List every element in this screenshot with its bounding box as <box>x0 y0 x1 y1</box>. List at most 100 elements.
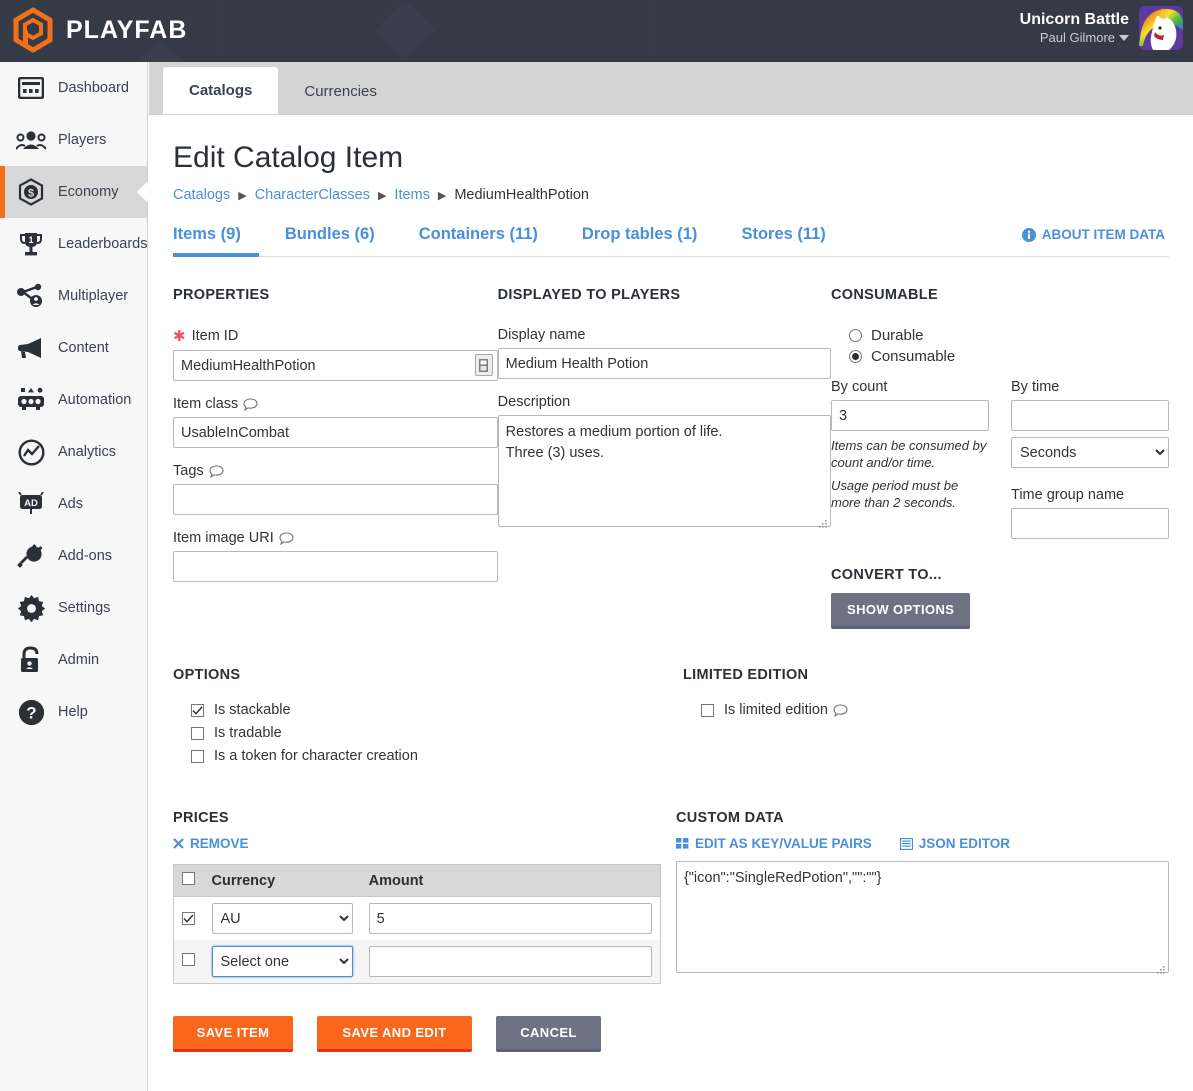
amount-input[interactable] <box>368 946 652 977</box>
select-all-checkbox[interactable] <box>182 872 195 885</box>
option-is-token[interactable]: Is a token for character creation <box>191 748 683 764</box>
item-image-uri-input[interactable] <box>173 551 498 582</box>
sidebar-item-help[interactable]: ? Help <box>0 686 147 738</box>
option-is-tradable[interactable]: Is tradable <box>191 725 683 741</box>
custom-data-textarea[interactable]: {"icon":"SingleRedPotion","":""} <box>675 861 1169 973</box>
save-item-button[interactable]: SAVE ITEM <box>173 1016 293 1052</box>
breadcrumb-link-characterclasses[interactable]: CharacterClasses <box>255 187 370 203</box>
help-bubble-icon[interactable] <box>209 464 224 478</box>
row-checkbox[interactable] <box>182 952 195 966</box>
consumable-hint-2: Usage period must be more than 2 seconds… <box>831 478 959 510</box>
description-textarea[interactable]: Restores a medium portion of life. Three… <box>497 415 831 527</box>
tags-input[interactable] <box>173 484 498 515</box>
is-token-checkbox[interactable] <box>191 749 204 763</box>
is-tradable-checkbox[interactable] <box>191 726 204 740</box>
sidebar-item-add-ons[interactable]: Add-ons <box>0 530 147 582</box>
by-count-input[interactable] <box>831 400 989 431</box>
item-id-readonly-icon[interactable] <box>474 354 493 376</box>
help-bubble-icon[interactable] <box>243 397 258 411</box>
is-stackable-checkbox[interactable] <box>191 703 204 717</box>
sidebar-item-analytics[interactable]: Analytics <box>0 426 147 478</box>
json-editor-link[interactable]: JSON EDITOR <box>899 836 1010 851</box>
brand-logo[interactable]: PLAYFAB <box>10 7 187 53</box>
show-options-button[interactable]: SHOW OPTIONS <box>831 593 971 629</box>
account-menu[interactable]: Unicorn Battle Paul Gilmore <box>1020 6 1183 50</box>
radio-durable[interactable]: Durable <box>831 327 1169 344</box>
subtab-containers[interactable]: Containers (11) <box>397 225 560 256</box>
sidebar-item-admin[interactable]: Admin <box>0 634 147 686</box>
sidebar-item-multiplayer[interactable]: Multiplayer <box>0 270 147 322</box>
unicorn-avatar-icon[interactable] <box>1139 6 1183 50</box>
currency-select[interactable]: AU <box>211 903 353 934</box>
time-unit-select[interactable]: Seconds <box>1011 437 1169 468</box>
user-name-row[interactable]: Paul Gilmore <box>1020 29 1129 47</box>
item-class-input[interactable] <box>173 417 498 448</box>
sidebar-item-content[interactable]: Content <box>0 322 147 374</box>
item-id-input[interactable] <box>173 350 498 381</box>
row-currency-cell: AU <box>203 896 361 940</box>
consumable-section: CONSUMABLE Durable Consumable By count I… <box>831 287 1169 629</box>
dashboard-icon <box>16 73 46 103</box>
save-and-edit-button[interactable]: SAVE AND EDIT <box>317 1016 472 1052</box>
is-limited-edition-label: Is limited edition <box>724 702 848 718</box>
about-item-data-link[interactable]: ABOUT ITEM DATA <box>1021 227 1165 242</box>
sidebar-item-ads[interactable]: AD Ads <box>0 478 147 530</box>
sidebar-item-label: Economy <box>58 184 119 200</box>
chevron-down-icon <box>1119 35 1129 42</box>
sidebar-item-label: Add-ons <box>58 548 113 564</box>
sidebar-item-settings[interactable]: Settings <box>0 582 147 634</box>
radio-consumable[interactable]: Consumable <box>831 348 1169 365</box>
amount-input[interactable] <box>368 903 652 934</box>
limited-edition-heading: LIMITED EDITION <box>683 667 809 683</box>
sidebar-item-leaderboards[interactable]: 1 Leaderboards <box>0 218 148 270</box>
subtab-items[interactable]: Items (9) <box>173 225 263 257</box>
item-id-label-text: Item ID <box>191 328 239 344</box>
custom-data-links: EDIT AS KEY/VALUE PAIRS JSON EDITOR <box>675 836 1169 851</box>
sidebar-item-automation[interactable]: Automation <box>0 374 147 426</box>
field-item-class: Item class <box>173 396 498 448</box>
sidebar-item-economy[interactable]: $ Economy <box>0 166 148 218</box>
field-by-time: By time Seconds Time group name <box>1011 379 1169 539</box>
breadcrumb-link-catalogs[interactable]: Catalogs <box>173 187 230 203</box>
field-tags: Tags <box>173 463 498 515</box>
is-limited-edition-checkbox[interactable] <box>701 703 714 717</box>
required-asterisk-icon: ✱ <box>173 328 186 345</box>
currency-select[interactable]: Select one <box>211 946 353 977</box>
by-time-input[interactable] <box>1011 400 1169 431</box>
row-amount-cell <box>360 940 661 984</box>
subtab-bundles[interactable]: Bundles (6) <box>263 225 397 256</box>
help-bubble-icon[interactable] <box>279 531 294 545</box>
breadcrumb: Catalogs ▶ CharacterClasses ▶ Items ▶ Me… <box>173 187 1169 203</box>
remove-price-link[interactable]: REMOVE <box>173 836 249 851</box>
field-display-name: Display name <box>497 327 831 379</box>
edit-key-value-link[interactable]: EDIT AS KEY/VALUE PAIRS <box>675 836 872 851</box>
json-editor-label: JSON EDITOR <box>918 836 1010 851</box>
field-by-count: By count Items can be consumed by count … <box>831 379 989 539</box>
durable-radio[interactable] <box>849 329 862 342</box>
cancel-button[interactable]: CANCEL <box>496 1016 601 1052</box>
consumable-inputs: By count Items can be consumed by count … <box>831 379 1169 539</box>
tab-currencies[interactable]: Currencies <box>278 69 403 114</box>
option-is-limited-edition[interactable]: Is limited edition <box>701 702 1163 718</box>
sidebar-item-players[interactable]: Players <box>0 114 147 166</box>
sidebar-item-dashboard[interactable]: Dashboard <box>0 62 147 114</box>
subtab-drop-tables[interactable]: Drop tables (1) <box>560 225 720 256</box>
display-name-input[interactable] <box>497 348 831 379</box>
breadcrumb-separator-icon: ▶ <box>377 189 387 202</box>
convert-to-section: CONVERT TO... SHOW OPTIONS <box>831 567 1169 629</box>
item-image-uri-label-text: Item image URI <box>173 530 274 546</box>
field-item-id: ✱ Item ID <box>173 327 498 381</box>
time-group-input[interactable] <box>1011 508 1169 539</box>
consumable-radio[interactable] <box>849 350 862 363</box>
row-checkbox[interactable] <box>182 911 195 925</box>
sidebar-item-label: Content <box>58 340 109 356</box>
tab-catalogs[interactable]: Catalogs <box>163 67 279 114</box>
svg-text:AD: AD <box>24 498 38 509</box>
is-tradable-label: Is tradable <box>214 725 282 741</box>
options-section: OPTIONS Is stackable Is tradable Is a to… <box>173 667 683 771</box>
subtab-stores[interactable]: Stores (11) <box>719 225 847 256</box>
breadcrumb-link-items[interactable]: Items <box>394 187 429 203</box>
consumable-hint-1: Items can be consumed by count and/or ti… <box>831 438 987 470</box>
help-bubble-icon[interactable] <box>833 703 848 717</box>
option-is-stackable[interactable]: Is stackable <box>191 702 683 718</box>
